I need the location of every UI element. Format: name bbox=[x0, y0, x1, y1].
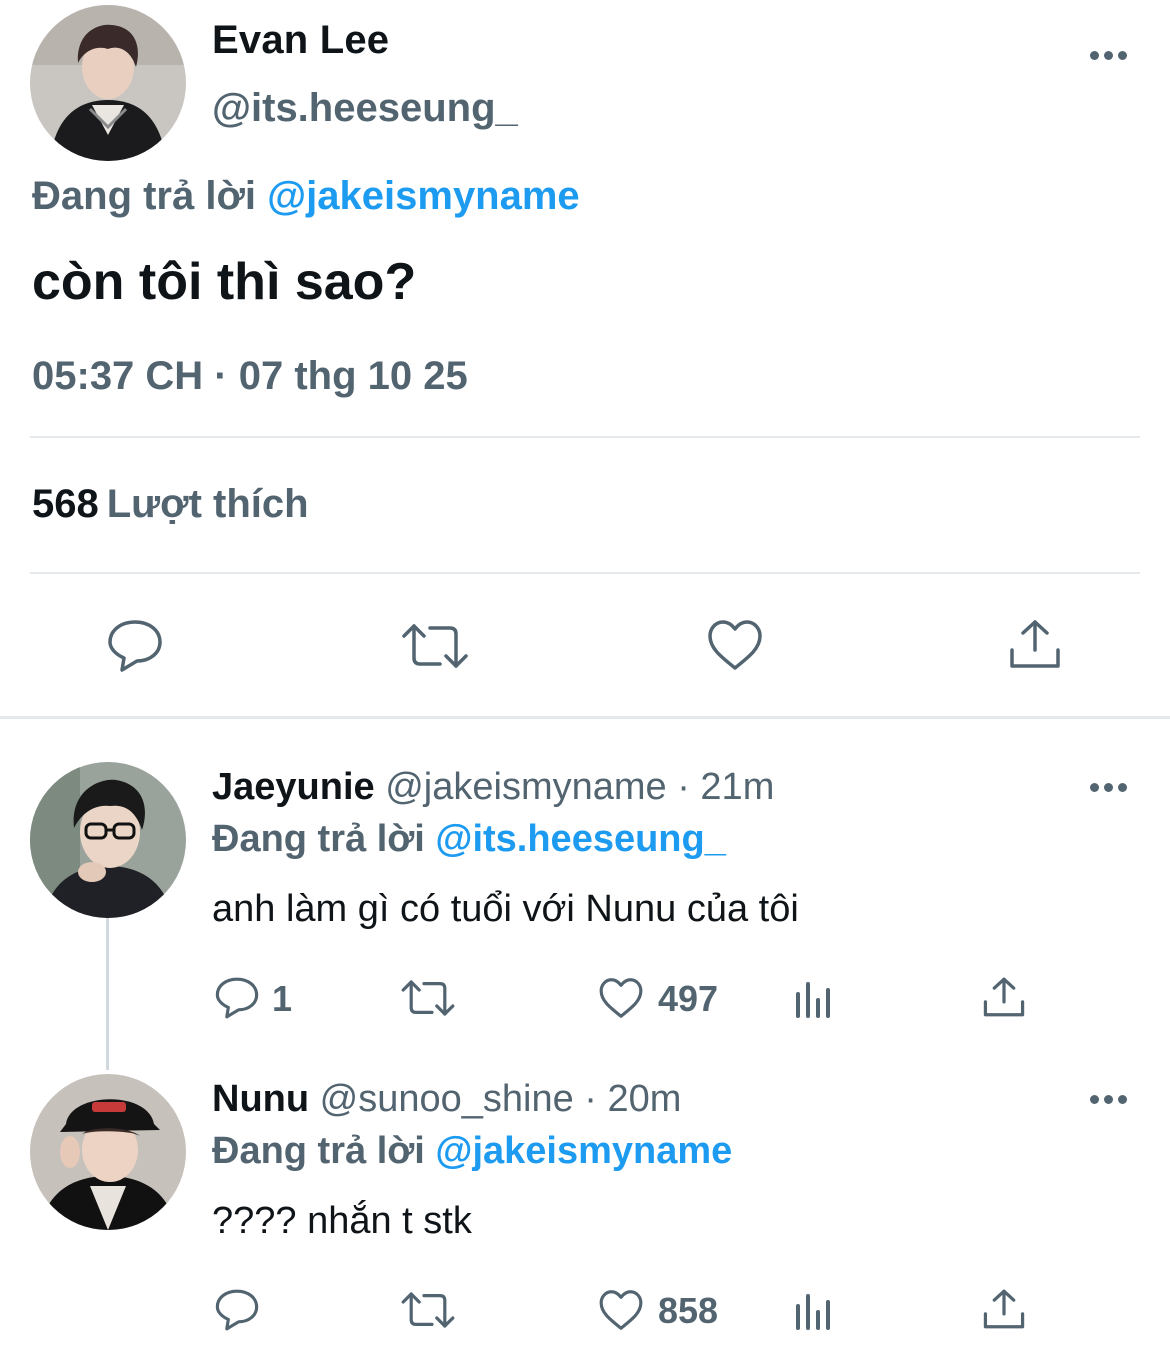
replying-to-link[interactable]: @jakeismyname bbox=[267, 174, 580, 218]
share-icon[interactable] bbox=[982, 976, 1026, 1018]
share-icon[interactable] bbox=[1008, 618, 1062, 670]
like-count: 568 bbox=[32, 482, 99, 526]
tweet-timestamp[interactable]: 05:37 CH · 07 thg 10 25 bbox=[32, 354, 468, 399]
reply-author-name[interactable]: Jaeyunie bbox=[212, 766, 375, 808]
author-name[interactable]: Evan Lee bbox=[212, 18, 389, 63]
share-icon[interactable] bbox=[982, 1288, 1026, 1330]
heart-icon[interactable] bbox=[706, 618, 764, 672]
comment-icon[interactable] bbox=[214, 976, 260, 1020]
replying-to-link[interactable]: @its.heeseung_ bbox=[435, 818, 725, 860]
retweet-icon[interactable] bbox=[400, 1290, 456, 1330]
more-dots-icon[interactable] bbox=[1088, 51, 1128, 63]
reply-avatar[interactable] bbox=[30, 1074, 186, 1230]
more-dots-icon[interactable] bbox=[1088, 1095, 1128, 1107]
divider bbox=[30, 572, 1140, 574]
comment-icon[interactable] bbox=[214, 1288, 260, 1332]
reply-avatar[interactable] bbox=[30, 762, 186, 918]
thread-connector bbox=[106, 918, 109, 1070]
reply-text: ???? nhắn t stk bbox=[212, 1200, 472, 1242]
heart-icon[interactable] bbox=[598, 1288, 644, 1332]
analytics-icon[interactable] bbox=[794, 976, 834, 1018]
tweet-detail-screen: Evan Lee @its.heeseung_ Đang trả lời @ja… bbox=[0, 0, 1170, 1348]
likes-summary[interactable]: 568 Lượt thích bbox=[32, 482, 309, 527]
retweet-icon[interactable] bbox=[400, 978, 456, 1018]
replying-label: Đang trả lời bbox=[212, 818, 425, 860]
heart-icon[interactable] bbox=[598, 976, 644, 1020]
reply-text: anh làm gì có tuổi với Nunu của tôi bbox=[212, 888, 799, 930]
like-count: 858 bbox=[658, 1290, 719, 1331]
replying-to-line: Đang trả lời @jakeismyname bbox=[212, 1130, 732, 1173]
more-dots-icon[interactable] bbox=[1088, 783, 1128, 795]
divider bbox=[30, 436, 1140, 438]
author-handle[interactable]: @its.heeseung_ bbox=[212, 86, 518, 131]
like-label: Lượt thích bbox=[106, 482, 309, 526]
replying-label: Đang trả lời bbox=[32, 174, 257, 218]
reply-header: Jaeyunie @jakeismyname · 21m bbox=[212, 766, 774, 809]
author-avatar[interactable] bbox=[30, 5, 186, 161]
like-count: 497 bbox=[658, 978, 719, 1019]
reply-meta[interactable]: @sunoo_shine · 20m bbox=[320, 1078, 682, 1120]
replying-to-line: Đang trả lời @its.heeseung_ bbox=[212, 818, 726, 861]
replying-to-link[interactable]: @jakeismyname bbox=[435, 1130, 732, 1172]
comment-icon[interactable] bbox=[106, 618, 164, 674]
divider bbox=[0, 716, 1170, 719]
reply-count: 1 bbox=[272, 978, 293, 1019]
tweet-text: còn tôi thì sao? bbox=[32, 253, 417, 311]
reply-meta[interactable]: @jakeismyname · 21m bbox=[385, 766, 774, 808]
retweet-icon[interactable] bbox=[400, 622, 470, 670]
reply-header: Nunu @sunoo_shine · 20m bbox=[212, 1078, 681, 1121]
reply-author-name[interactable]: Nunu bbox=[212, 1078, 309, 1120]
replying-to-line: Đang trả lời @jakeismyname bbox=[32, 174, 580, 219]
analytics-icon[interactable] bbox=[794, 1288, 834, 1330]
replying-label: Đang trả lời bbox=[212, 1130, 425, 1172]
